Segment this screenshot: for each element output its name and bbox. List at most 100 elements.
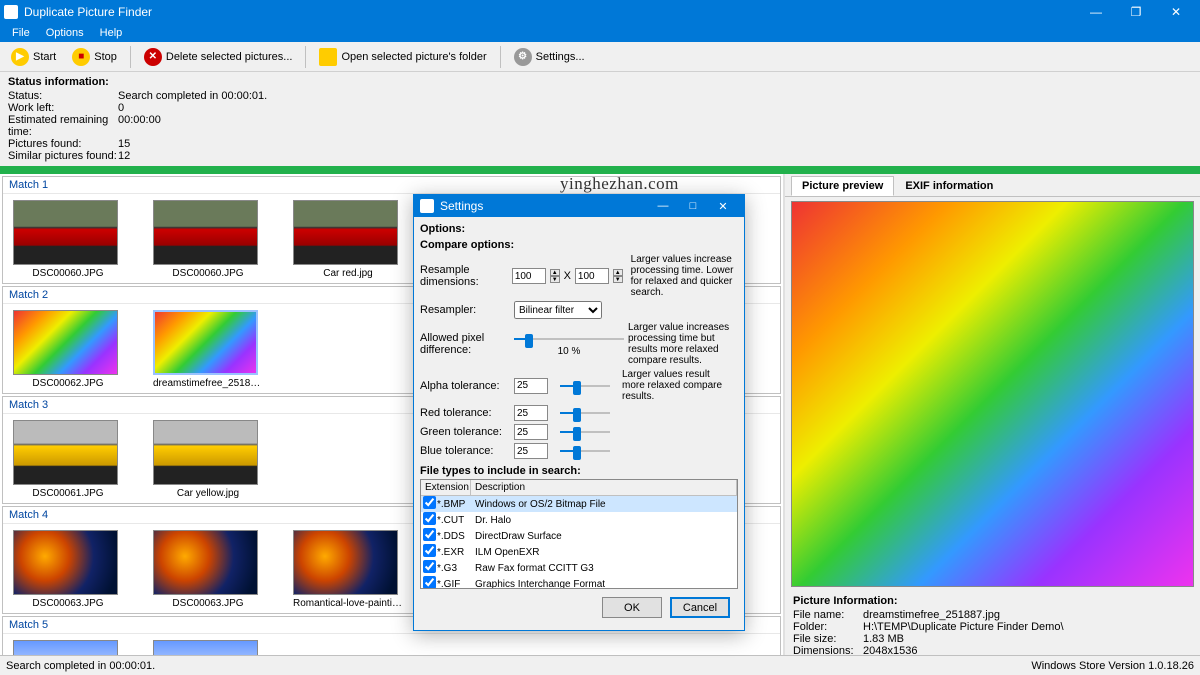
preview-image	[792, 202, 1193, 586]
toolbar: ▶ Start ■ Stop ✕ Delete selected picture…	[0, 42, 1200, 72]
filetype-row[interactable]: *.CUTDr. Halo	[421, 512, 737, 528]
delete-button[interactable]: ✕ Delete selected pictures...	[137, 45, 300, 69]
dialog-minimize[interactable]: —	[648, 200, 678, 212]
start-button[interactable]: ▶ Start	[4, 45, 63, 69]
filetype-desc: DirectDraw Surface	[475, 531, 735, 542]
filetype-ext: *.EXR	[437, 547, 475, 558]
menu-help[interactable]: Help	[92, 25, 131, 41]
filetype-row[interactable]: *.DDSDirectDraw Surface	[421, 528, 737, 544]
open-folder-button[interactable]: Open selected picture's folder	[312, 45, 493, 69]
thumbnail[interactable]: DSC00060.JPG	[13, 200, 123, 279]
thumbnail[interactable]: DSC00061.JPG	[13, 420, 123, 499]
filetypes-header: File types to include in search:	[420, 465, 738, 477]
filesize-value: 1.83 MB	[863, 633, 904, 645]
col-extension[interactable]: Extension	[421, 480, 471, 495]
resample-dim-label: Resample dimensions:	[420, 264, 508, 288]
filetype-row[interactable]: *.GIFGraphics Interchange Format	[421, 576, 737, 589]
thumbnail-image	[13, 530, 118, 595]
tab-exif[interactable]: EXIF information	[894, 176, 1004, 196]
thumbnail-image	[293, 200, 398, 265]
thumbnail[interactable]: DSC00063.JPG	[153, 530, 263, 609]
apd-hint: Larger value increases processing time b…	[628, 322, 738, 366]
filetype-desc: Dr. Halo	[475, 515, 735, 526]
thumbnail-image	[153, 420, 258, 485]
menu-file[interactable]: File	[4, 25, 38, 41]
thumbnail-label: Car yellow.jpg	[153, 488, 263, 499]
filetype-ext: *.DDS	[437, 531, 475, 542]
filetype-desc: Graphics Interchange Format	[475, 579, 735, 590]
resampler-select[interactable]: Bilinear filter	[514, 301, 602, 319]
stop-button[interactable]: ■ Stop	[65, 45, 124, 69]
spinner[interactable]: ▲▼	[613, 269, 623, 283]
thumbnail-label: DSC00060.JPG	[13, 268, 123, 279]
thumbnail-image	[13, 200, 118, 265]
spinner[interactable]: ▲▼	[550, 269, 560, 283]
stop-icon: ■	[72, 48, 90, 66]
cancel-button[interactable]: Cancel	[670, 597, 730, 618]
found-label: Pictures found:	[8, 138, 118, 150]
resample-height-input[interactable]	[575, 268, 609, 284]
thumbnail[interactable]: Car red.jpg	[293, 200, 403, 279]
apd-slider[interactable]	[514, 332, 624, 346]
alpha-slider[interactable]	[560, 379, 610, 393]
green-slider[interactable]	[560, 425, 610, 439]
ok-button[interactable]: OK	[602, 597, 662, 618]
blue-slider[interactable]	[560, 444, 610, 458]
found-value: 15	[118, 138, 130, 150]
alpha-label: Alpha tolerance:	[420, 380, 510, 392]
filetype-row[interactable]: *.BMPWindows or OS/2 Bitmap File	[421, 496, 737, 512]
titlebar: Duplicate Picture Finder — ❐ ✕	[0, 0, 1200, 24]
filetype-checkbox[interactable]	[423, 560, 436, 573]
preview-panel: Picture preview EXIF information Picture…	[785, 174, 1200, 661]
maximize-button[interactable]: ❐	[1116, 5, 1156, 19]
thumbnail[interactable]: Romantical-love-painting-photo.jpg	[293, 530, 403, 609]
filetype-checkbox[interactable]	[423, 528, 436, 541]
dialog-body: Options: Compare options: Resample dimen…	[414, 217, 744, 630]
dialog-maximize[interactable]: □	[678, 200, 708, 212]
status-info-panel: Status information: Status:Search comple…	[0, 72, 1200, 166]
folder-icon	[319, 48, 337, 66]
thumbnail-label: Romantical-love-painting-photo.jpg	[293, 598, 403, 609]
menu-options[interactable]: Options	[38, 25, 92, 41]
filetype-checkbox[interactable]	[423, 496, 436, 509]
filetype-row[interactable]: *.G3Raw Fax format CCITT G3	[421, 560, 737, 576]
status-info-header: Status information:	[8, 76, 1192, 88]
tab-picture-preview[interactable]: Picture preview	[791, 176, 894, 196]
dialog-titlebar[interactable]: Settings — □ ✕	[414, 195, 744, 217]
filetype-row[interactable]: *.EXRILM OpenEXR	[421, 544, 737, 560]
filetype-ext: *.G3	[437, 563, 475, 574]
thumbnail[interactable]: dreamstimefree_251887.jpg	[153, 310, 263, 389]
thumbnail[interactable]: DSC00062.JPG	[13, 310, 123, 389]
col-description[interactable]: Description	[471, 480, 737, 495]
alpha-input[interactable]	[514, 378, 548, 394]
dialog-title: Settings	[440, 199, 648, 213]
apd-label: Allowed pixel difference:	[420, 332, 510, 356]
close-button[interactable]: ✕	[1156, 5, 1196, 19]
green-label: Green tolerance:	[420, 426, 510, 438]
red-input[interactable]	[514, 405, 548, 421]
dialog-icon	[420, 199, 434, 213]
filetype-checkbox[interactable]	[423, 512, 436, 525]
filetype-checkbox[interactable]	[423, 576, 436, 589]
blue-input[interactable]	[514, 443, 548, 459]
ert-value: 00:00:00	[118, 114, 161, 138]
thumbnail[interactable]: DSC00063.JPG	[13, 530, 123, 609]
thumbnail-label: DSC00063.JPG	[153, 598, 263, 609]
filetype-checkbox[interactable]	[423, 544, 436, 557]
watermark: yinghezhan.com	[560, 174, 679, 194]
red-slider[interactable]	[560, 406, 610, 420]
app-icon	[4, 5, 18, 19]
similar-value: 12	[118, 150, 130, 162]
compare-options-header: Compare options:	[420, 239, 738, 251]
dialog-close[interactable]: ✕	[708, 200, 738, 213]
thumbnail-label: DSC00060.JPG	[153, 268, 263, 279]
resample-width-input[interactable]	[512, 268, 546, 284]
thumbnail[interactable]: Car yellow.jpg	[153, 420, 263, 499]
thumbnail-image	[153, 530, 258, 595]
filetypes-table[interactable]: Extension Description *.BMPWindows or OS…	[420, 479, 738, 589]
separator	[305, 46, 306, 68]
settings-button[interactable]: ⚙ Settings...	[507, 45, 592, 69]
thumbnail[interactable]: DSC00060.JPG	[153, 200, 263, 279]
minimize-button[interactable]: —	[1076, 5, 1116, 19]
green-input[interactable]	[514, 424, 548, 440]
